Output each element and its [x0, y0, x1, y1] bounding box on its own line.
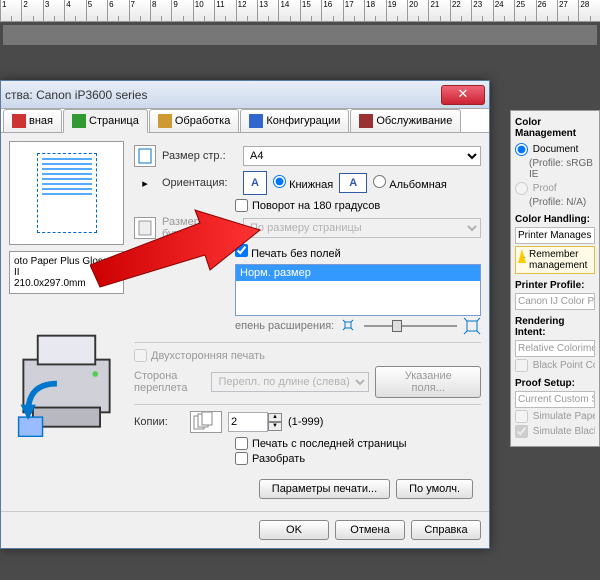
orientation-icon: ▸	[134, 177, 156, 190]
tab-0[interactable]: вная	[3, 109, 62, 132]
paper-size-label: Размер бумаги	[162, 216, 237, 240]
layout-label: Макет страницы:	[134, 246, 229, 258]
small-extent-icon	[340, 317, 358, 335]
copies-spinner[interactable]: ▲▼	[228, 412, 282, 432]
cm-profile: (Profile: sRGB IE	[515, 158, 595, 180]
cm-printer-profile: Canon IJ Color Print	[515, 293, 595, 310]
print-params-button[interactable]: Параметры печати...	[259, 479, 390, 499]
page-size-icon	[134, 145, 156, 167]
cm-document-radio[interactable]: Document	[515, 143, 595, 156]
dialog-titlebar[interactable]: ства: Canon iP3600 series ✕	[1, 81, 489, 109]
tab-icon	[12, 114, 26, 128]
tab-icon	[158, 114, 172, 128]
borderless-check[interactable]: Печать без полей	[235, 244, 341, 260]
landscape-icon: A	[339, 173, 367, 193]
page-size-label: Размер стр.:	[162, 150, 237, 162]
last-page-check[interactable]	[235, 437, 248, 450]
cm-sim-black-check: Simulate Black I	[515, 425, 595, 438]
tab-icon	[72, 114, 86, 128]
tab-icon	[359, 114, 373, 128]
extension-slider[interactable]	[364, 316, 457, 336]
preview-page-icon	[37, 153, 97, 233]
binding-select: Перепл. по длине (слева)	[211, 372, 369, 392]
cm-printer-profile-label: Printer Profile:	[515, 280, 595, 291]
layout-item-selected[interactable]: Норм. размер	[236, 265, 480, 281]
cm-proof-radio[interactable]: Proof	[515, 182, 595, 195]
dialog-title: ства: Canon iP3600 series	[5, 88, 441, 102]
layout-list[interactable]: Норм. размер	[235, 264, 481, 316]
rotate-180-check[interactable]	[235, 199, 248, 212]
cancel-button[interactable]: Отмена	[335, 520, 405, 540]
dialog-tabs: внаяСтраницаОбработкаКонфигурацииОбслужи…	[1, 109, 489, 133]
copies-icon	[190, 411, 222, 433]
page-size-select[interactable]: A4	[243, 146, 481, 166]
cm-proof-setup: Current Custom Set	[515, 391, 595, 408]
copies-range: (1-999)	[288, 416, 323, 428]
page-preview	[9, 141, 124, 245]
tab-2[interactable]: Обработка	[149, 109, 239, 132]
collate-check[interactable]	[235, 452, 248, 465]
ok-button[interactable]: OK	[259, 520, 329, 540]
paper-size-icon	[134, 217, 156, 239]
margin-button: Указание поля...	[375, 366, 481, 398]
binding-label: Сторона переплета	[134, 370, 205, 394]
copies-input[interactable]	[228, 412, 268, 432]
orientation-label: Ориентация:	[162, 177, 237, 189]
warning-icon	[518, 249, 526, 263]
cm-rendering-label: Rendering Intent:	[515, 316, 595, 338]
large-extent-icon	[463, 317, 481, 335]
cm-title: Color Management	[515, 117, 595, 139]
cm-handling-select[interactable]: Printer Manages Col	[515, 227, 595, 244]
tab-3[interactable]: Конфигурации	[240, 109, 349, 132]
cm-sim-paper-check: Simulate Paper	[515, 410, 595, 423]
paper-info: oto Paper Plus Glossy II 210.0x297.0mm	[9, 251, 124, 294]
layout-item[interactable]	[236, 281, 480, 297]
cm-rendering: Relative Colorimetric	[515, 340, 595, 357]
portrait-icon: A	[243, 171, 267, 195]
printer-icon	[9, 304, 124, 444]
extension-label: епень расширения:	[235, 320, 334, 332]
cm-handling-label: Color Handling:	[515, 214, 595, 225]
cm-blackpoint-check: Black Point Com	[515, 359, 595, 372]
defaults-button[interactable]: По умолч.	[396, 479, 473, 499]
cm-warning: Remember management	[515, 246, 595, 274]
cm-profile-na: (Profile: N/A)	[515, 197, 595, 208]
spin-down[interactable]: ▼	[268, 422, 282, 431]
tab-4[interactable]: Обслуживание	[350, 109, 461, 132]
portrait-radio[interactable]: Книжная	[273, 175, 333, 191]
spin-up[interactable]: ▲	[268, 413, 282, 422]
duplex-check	[134, 349, 147, 362]
paper-size-select: По размеру страницы	[243, 218, 481, 238]
tab-1[interactable]: Страница	[63, 109, 148, 133]
tab-icon	[249, 114, 263, 128]
cm-proof-setup-label: Proof Setup:	[515, 378, 595, 389]
close-button[interactable]: ✕	[441, 85, 485, 105]
help-button[interactable]: Справка	[411, 520, 481, 540]
print-properties-dialog: ства: Canon iP3600 series ✕ внаяСтраница…	[0, 80, 490, 549]
ruler: 1234567891011121314151617181920212223242…	[0, 0, 600, 22]
color-management-panel: Color Management Document (Profile: sRGB…	[510, 110, 600, 447]
landscape-radio[interactable]: Альбомная	[373, 175, 447, 191]
copies-label: Копии:	[134, 416, 184, 428]
